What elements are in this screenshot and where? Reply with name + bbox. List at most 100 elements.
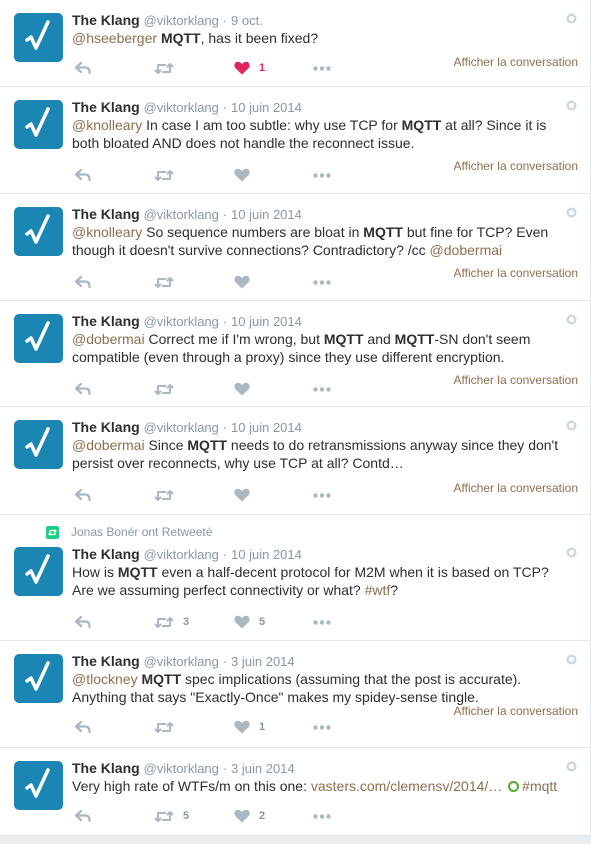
show-conversation-link[interactable]: Afficher la conversation bbox=[453, 266, 578, 280]
reply-button[interactable] bbox=[75, 613, 91, 631]
user-name[interactable]: The Klang bbox=[72, 653, 140, 669]
user-handle[interactable]: @viktorklang bbox=[144, 420, 219, 435]
user-handle[interactable]: @viktorklang bbox=[144, 314, 219, 329]
more-button[interactable] bbox=[313, 273, 331, 291]
tweet[interactable]: The Klang @viktorklang · 10 juin 2014 @k… bbox=[0, 87, 590, 194]
reply-button[interactable] bbox=[75, 273, 91, 291]
user-name[interactable]: The Klang bbox=[72, 760, 140, 776]
tweet[interactable]: The Klang @viktorklang · 9 oct. @hseeber… bbox=[0, 0, 590, 87]
more-button[interactable] bbox=[313, 613, 331, 631]
user-handle[interactable]: @viktorklang bbox=[144, 100, 219, 115]
user-name[interactable]: The Klang bbox=[72, 313, 140, 329]
reply-button[interactable] bbox=[75, 166, 91, 184]
reply-button[interactable] bbox=[75, 59, 91, 77]
retweet-button[interactable] bbox=[154, 380, 183, 398]
retweet-button[interactable] bbox=[154, 166, 183, 184]
tweet[interactable]: The Klang @viktorklang · 10 juin 2014 @k… bbox=[0, 194, 590, 301]
like-button[interactable]: 1 bbox=[234, 59, 265, 77]
user-name[interactable]: The Klang bbox=[72, 419, 140, 435]
mention-link[interactable]: @dobermai bbox=[72, 437, 145, 453]
separator: · bbox=[222, 207, 228, 222]
tweet-date[interactable]: 10 juin 2014 bbox=[231, 100, 302, 115]
url-link[interactable]: vasters.com/clemensv/2014/… bbox=[311, 778, 502, 794]
avatar[interactable] bbox=[14, 100, 63, 149]
avatar[interactable] bbox=[14, 547, 63, 596]
keyword: MQTT bbox=[187, 437, 228, 453]
more-button[interactable] bbox=[313, 380, 331, 398]
retweet-button[interactable] bbox=[154, 273, 183, 291]
tweet-date[interactable]: 3 juin 2014 bbox=[231, 761, 295, 776]
show-conversation-link[interactable]: Afficher la conversation bbox=[453, 159, 578, 173]
show-conversation-link[interactable]: Afficher la conversation bbox=[453, 373, 578, 387]
like-button[interactable] bbox=[234, 486, 259, 504]
tweet-actions: 5 2 bbox=[72, 807, 580, 825]
mention-link[interactable]: @knolleary bbox=[72, 224, 142, 240]
heart-icon bbox=[234, 61, 250, 75]
user-name[interactable]: The Klang bbox=[72, 99, 140, 115]
reply-button[interactable] bbox=[75, 380, 91, 398]
keyword: MQTT bbox=[401, 117, 442, 133]
like-button[interactable] bbox=[234, 380, 259, 398]
avatar[interactable] bbox=[14, 13, 63, 62]
retweet-button[interactable] bbox=[154, 59, 183, 77]
tweet-date[interactable]: 10 juin 2014 bbox=[231, 547, 302, 562]
tweet-header: The Klang @viktorklang · 10 juin 2014 bbox=[72, 205, 302, 223]
avatar[interactable] bbox=[14, 420, 63, 469]
reply-button[interactable] bbox=[75, 718, 91, 736]
like-button[interactable]: 5 bbox=[234, 613, 265, 631]
mention-link[interactable]: @hseeberger bbox=[72, 30, 157, 46]
tweet-date[interactable]: 10 juin 2014 bbox=[231, 420, 302, 435]
user-name[interactable]: The Klang bbox=[72, 12, 140, 28]
avatar[interactable] bbox=[14, 314, 63, 363]
tweet[interactable]: The Klang @viktorklang · 3 juin 2014 @tl… bbox=[0, 641, 590, 748]
avatar[interactable] bbox=[14, 761, 63, 810]
more-button[interactable] bbox=[313, 486, 331, 504]
show-conversation-link[interactable]: Afficher la conversation bbox=[453, 55, 578, 69]
tweet[interactable]: The Klang @viktorklang · 10 juin 2014 @d… bbox=[0, 301, 590, 407]
tweet-date[interactable]: 3 juin 2014 bbox=[231, 654, 295, 669]
like-count: 2 bbox=[259, 810, 266, 822]
retweet-button[interactable] bbox=[154, 718, 183, 736]
tweet-date[interactable]: 10 juin 2014 bbox=[231, 207, 302, 222]
like-button[interactable]: 1 bbox=[234, 718, 265, 736]
retweet-button[interactable]: 3 bbox=[154, 613, 189, 631]
show-conversation-link[interactable]: Afficher la conversation bbox=[453, 704, 578, 718]
hashtag-link[interactable]: #mqtt bbox=[522, 778, 557, 794]
user-handle[interactable]: @viktorklang bbox=[144, 654, 219, 669]
retweet-context-text[interactable]: Jonas Bonér ont Retweeté bbox=[71, 525, 212, 539]
globe-icon bbox=[566, 13, 577, 24]
retweet-button[interactable]: 5 bbox=[154, 807, 189, 825]
user-name[interactable]: The Klang bbox=[72, 206, 140, 222]
mention-link[interactable]: @dobermai bbox=[430, 242, 503, 258]
reply-button[interactable] bbox=[75, 486, 91, 504]
like-button[interactable] bbox=[234, 273, 259, 291]
more-button[interactable] bbox=[313, 718, 331, 736]
mention-link[interactable]: @tlockney bbox=[72, 671, 138, 687]
user-handle[interactable]: @viktorklang bbox=[144, 13, 219, 28]
more-button[interactable] bbox=[313, 807, 331, 825]
tweet[interactable]: Jonas Bonér ont Retweeté The Klang @vikt… bbox=[0, 515, 590, 641]
tweet-date[interactable]: 9 oct. bbox=[231, 13, 263, 28]
user-name[interactable]: The Klang bbox=[72, 546, 140, 562]
hashtag-link[interactable]: #wtf bbox=[365, 582, 391, 598]
show-conversation-link[interactable]: Afficher la conversation bbox=[453, 481, 578, 495]
more-button[interactable] bbox=[313, 59, 331, 77]
user-handle[interactable]: @viktorklang bbox=[144, 761, 219, 776]
tweet[interactable]: The Klang @viktorklang · 3 juin 2014 Ver… bbox=[0, 748, 590, 836]
reply-button[interactable] bbox=[75, 807, 91, 825]
user-handle[interactable]: @viktorklang bbox=[144, 547, 219, 562]
mention-link[interactable]: @knolleary bbox=[72, 117, 142, 133]
mention-link[interactable]: @dobermai bbox=[72, 331, 145, 347]
user-handle[interactable]: @viktorklang bbox=[144, 207, 219, 222]
tweet[interactable]: The Klang @viktorklang · 10 juin 2014 @d… bbox=[0, 407, 590, 515]
like-button[interactable]: 2 bbox=[234, 807, 265, 825]
avatar[interactable] bbox=[14, 654, 63, 703]
avatar[interactable] bbox=[14, 207, 63, 256]
retweet-button[interactable] bbox=[154, 486, 183, 504]
more-button[interactable] bbox=[313, 166, 331, 184]
like-button[interactable] bbox=[234, 166, 259, 184]
retweet-icon bbox=[154, 721, 174, 733]
tweet-date[interactable]: 10 juin 2014 bbox=[231, 314, 302, 329]
heart-icon bbox=[234, 382, 250, 396]
keyword: MQTT bbox=[323, 331, 364, 347]
